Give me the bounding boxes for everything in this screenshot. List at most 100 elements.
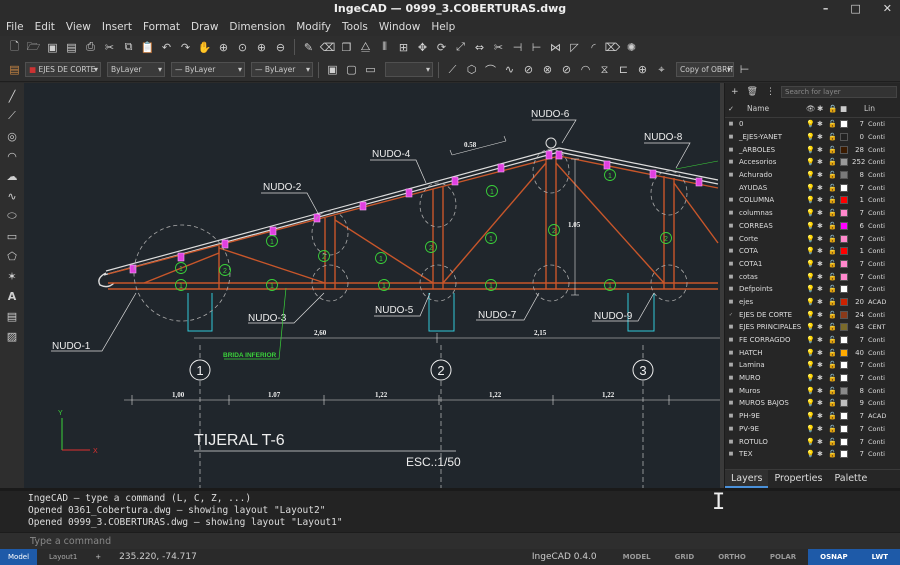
break-icon[interactable]: ⊢: [528, 39, 545, 56]
snap-node-icon[interactable]: ⊘: [520, 61, 537, 78]
layer-row[interactable]: ■ PV-9E 💡 ✱ 🔓 7 Conti: [725, 423, 900, 436]
sun-icon[interactable]: ✱: [817, 412, 828, 420]
bulb-icon[interactable]: 💡: [806, 425, 817, 433]
lock-icon[interactable]: 🔓: [828, 298, 840, 306]
sun-icon[interactable]: ✱: [817, 450, 828, 458]
layer-color-swatch[interactable]: [840, 310, 848, 319]
layer-current-check[interactable]: ■: [725, 350, 737, 356]
menu-insert[interactable]: Insert: [96, 18, 137, 36]
redo-icon[interactable]: ↷: [177, 39, 194, 56]
snap-tangent-icon[interactable]: ◠: [577, 61, 594, 78]
lock-icon[interactable]: 🔓: [828, 450, 840, 458]
layer-linetype[interactable]: Conti: [868, 133, 885, 141]
print-icon[interactable]: ⎙: [82, 39, 99, 56]
tab-layers[interactable]: Layers: [725, 470, 769, 488]
tab-properties[interactable]: Properties: [768, 470, 828, 488]
scale-icon[interactable]: ⤢: [452, 39, 469, 56]
extend-icon[interactable]: ⊣: [509, 39, 526, 56]
layer-current-check[interactable]: ■: [725, 299, 737, 305]
layer-color-swatch[interactable]: [840, 221, 848, 230]
layer-row[interactable]: ■ COTA1 💡 ✱ 🔓 7 Conti: [725, 258, 900, 271]
region-icon[interactable]: ▨: [3, 327, 21, 345]
lock-icon[interactable]: 🔓: [828, 222, 840, 230]
layer-color-swatch[interactable]: [840, 209, 848, 218]
undo-icon[interactable]: ↶: [158, 39, 175, 56]
spline-icon[interactable]: ∿: [501, 61, 518, 78]
lock-icon[interactable]: 🔓: [828, 196, 840, 204]
layer-current-check[interactable]: ■: [725, 197, 737, 203]
layer-linetype[interactable]: Conti: [868, 158, 885, 166]
layer-row[interactable]: ■ Corte 💡 ✱ 🔓 7 Conti: [725, 232, 900, 245]
layer-current-check[interactable]: ■: [725, 324, 737, 330]
sun-icon[interactable]: ✱: [817, 399, 828, 407]
layer-color-swatch[interactable]: [840, 285, 848, 294]
bulb-icon[interactable]: 💡: [806, 209, 817, 217]
bulb-icon[interactable]: 💡: [806, 285, 817, 293]
bulb-icon[interactable]: 💡: [806, 412, 817, 420]
rectangle-icon[interactable]: ▭: [3, 227, 21, 245]
layer-color-swatch[interactable]: [840, 133, 848, 142]
visible-col-icon[interactable]: 👁: [806, 104, 817, 113]
sun-icon[interactable]: ✱: [817, 273, 828, 281]
copy-style-select[interactable]: Copy of OBRIT: [676, 62, 734, 77]
bulb-icon[interactable]: 💡: [806, 133, 817, 141]
lock-icon[interactable]: 🔓: [828, 336, 840, 344]
snap-center-icon[interactable]: ⊕: [634, 61, 651, 78]
sun-icon[interactable]: ✱: [817, 425, 828, 433]
polyline-icon[interactable]: ⟋: [3, 107, 21, 125]
layer-color-swatch[interactable]: [840, 450, 848, 459]
sun-icon[interactable]: ✱: [817, 311, 828, 319]
bulb-icon[interactable]: 💡: [806, 196, 817, 204]
layer-linetype[interactable]: ACAD: [868, 298, 886, 306]
menu-view[interactable]: View: [60, 18, 96, 36]
col-linetype[interactable]: Lin: [864, 104, 875, 113]
join-icon[interactable]: ⋈: [547, 39, 564, 56]
layer-row[interactable]: ■ Accesorios 💡 ✱ 🔓 252 Conti: [725, 156, 900, 169]
layer-color-swatch[interactable]: [840, 336, 848, 345]
snap-near-icon[interactable]: ⧖: [596, 61, 613, 78]
layer-row[interactable]: ■ _ARBOLES 💡 ✱ 🔓 28 Conti: [725, 143, 900, 156]
polyline-edit-icon[interactable]: ⟋: [444, 61, 461, 78]
sun-icon[interactable]: ✱: [817, 285, 828, 293]
layer-linetype[interactable]: Conti: [868, 349, 885, 357]
layer-current-check[interactable]: ■: [725, 337, 737, 343]
match-properties-icon[interactable]: ✎: [300, 39, 317, 56]
bulb-icon[interactable]: 💡: [806, 438, 817, 446]
delete-layer-icon[interactable]: 🗑: [747, 87, 758, 97]
text-icon[interactable]: A: [3, 287, 21, 305]
layer-settings-icon[interactable]: ⋮: [766, 87, 775, 97]
layer-linetype[interactable]: CENT: [868, 323, 885, 331]
lock-icon[interactable]: 🔓: [828, 425, 840, 433]
lock-icon[interactable]: 🔓: [828, 235, 840, 243]
chamfer-icon[interactable]: ◸: [566, 39, 583, 56]
zoom-window-icon[interactable]: ⊙: [234, 39, 251, 56]
layer-color-swatch[interactable]: [840, 145, 848, 154]
layer-linetype[interactable]: Conti: [868, 120, 885, 128]
lock-icon[interactable]: 🔓: [828, 311, 840, 319]
bulb-icon[interactable]: 💡: [806, 120, 817, 128]
text-style-icon[interactable]: ▭: [362, 61, 379, 78]
sun-icon[interactable]: ✱: [817, 158, 828, 166]
sun-icon[interactable]: ✱: [817, 235, 828, 243]
layer-color-swatch[interactable]: [840, 386, 848, 395]
toggle-lwt[interactable]: LWT: [859, 549, 900, 565]
menu-draw[interactable]: Draw: [185, 18, 223, 36]
hatch-icon[interactable]: ▤: [3, 307, 21, 325]
sun-icon[interactable]: ✱: [817, 247, 828, 255]
minimize-button[interactable]: –: [823, 0, 829, 18]
layer-row[interactable]: ■ columnas 💡 ✱ 🔓 7 Conti: [725, 207, 900, 220]
sun-icon[interactable]: ✱: [817, 374, 828, 382]
layer-color-swatch[interactable]: [840, 247, 848, 256]
command-input[interactable]: Type a command: [0, 532, 900, 549]
lock-icon[interactable]: 🔓: [828, 171, 840, 179]
layer-current-check[interactable]: ■: [725, 362, 737, 368]
spline-draw-icon[interactable]: ∿: [3, 187, 21, 205]
layer-current-check[interactable]: ■: [725, 400, 737, 406]
lock-icon[interactable]: 🔓: [828, 146, 840, 154]
layer-linetype[interactable]: Conti: [868, 450, 885, 458]
hatch-edit-icon[interactable]: ⬡: [463, 61, 480, 78]
move-icon[interactable]: ✥: [414, 39, 431, 56]
menu-file[interactable]: File: [0, 18, 29, 36]
sun-icon[interactable]: ✱: [817, 361, 828, 369]
layer-color-swatch[interactable]: [840, 374, 848, 383]
